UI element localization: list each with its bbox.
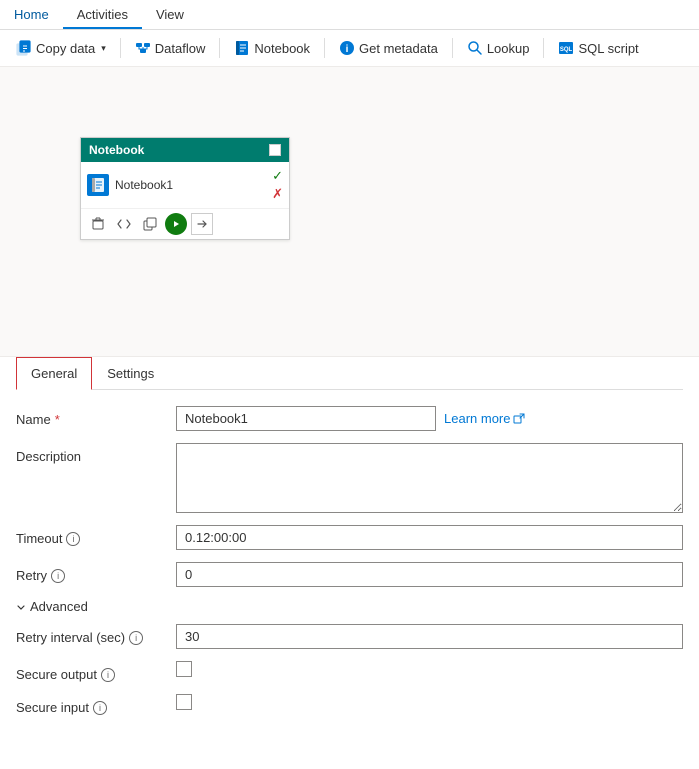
node-title: Notebook	[89, 143, 144, 157]
dataflow-icon	[135, 40, 151, 56]
tab-general[interactable]: General	[16, 357, 92, 390]
notebook-button[interactable]: Notebook	[226, 36, 318, 60]
tab-general-label: General	[31, 366, 77, 381]
external-link-icon	[513, 413, 525, 425]
node-check-icon: ✓	[272, 168, 283, 184]
node-delete-button[interactable]	[87, 213, 109, 235]
secure-output-control-area	[176, 661, 683, 677]
metadata-icon: i	[339, 40, 355, 56]
sql-icon: SQL	[558, 40, 574, 56]
toolbar: Copy data ▾ Dataflow N	[0, 30, 699, 67]
timeout-info-icon[interactable]: i	[66, 532, 80, 546]
copy-data-dropdown-arrow: ▾	[101, 43, 106, 54]
canvas-area: Notebook Note	[0, 67, 699, 357]
toolbar-divider-2	[219, 38, 220, 58]
secure-output-row: Secure output i	[16, 661, 683, 682]
node-body: Notebook1 ✓ ✗	[81, 162, 289, 208]
node-item-label: Notebook1	[115, 178, 173, 192]
retry-interval-info-icon[interactable]: i	[129, 631, 143, 645]
tab-settings-label: Settings	[107, 366, 154, 381]
copy-data-icon	[16, 40, 32, 56]
retry-interval-control-area	[176, 624, 683, 649]
toolbar-divider-5	[543, 38, 544, 58]
node-copy-button[interactable]	[139, 213, 161, 235]
secure-input-row: Secure input i	[16, 694, 683, 715]
get-metadata-button[interactable]: i Get metadata	[331, 36, 446, 60]
notebook-icon	[234, 40, 250, 56]
retry-interval-row: Retry interval (sec) i	[16, 624, 683, 649]
nav-item-activities[interactable]: Activities	[63, 0, 142, 29]
name-control-area: Learn more	[176, 406, 683, 431]
toolbar-divider-4	[452, 38, 453, 58]
nav-home-label: Home	[14, 7, 49, 22]
advanced-chevron-icon	[16, 602, 26, 612]
learn-more-label: Learn more	[444, 411, 510, 426]
node-header: Notebook	[81, 138, 289, 162]
description-control-area	[176, 443, 683, 513]
secure-output-label: Secure output i	[16, 661, 176, 682]
secure-output-info-icon[interactable]: i	[101, 668, 115, 682]
learn-more-link[interactable]: Learn more	[444, 406, 525, 426]
retry-interval-input[interactable]	[176, 624, 683, 649]
nav-bar: Home Activities View	[0, 0, 699, 30]
secure-input-checkbox[interactable]	[176, 694, 192, 710]
secure-output-checkbox[interactable]	[176, 661, 192, 677]
toolbar-divider-3	[324, 38, 325, 58]
timeout-input[interactable]	[176, 525, 683, 550]
retry-interval-label: Retry interval (sec) i	[16, 624, 176, 645]
node-item-left: Notebook1	[87, 174, 173, 196]
nav-item-view[interactable]: View	[142, 0, 198, 29]
nav-view-label: View	[156, 7, 184, 22]
node-x-icon: ✗	[272, 186, 283, 202]
tabs: General Settings	[16, 357, 683, 390]
sql-script-label: SQL script	[578, 41, 638, 56]
notebook-label: Notebook	[254, 41, 310, 56]
nav-item-home[interactable]: Home	[0, 0, 63, 29]
copy-data-button[interactable]: Copy data ▾	[8, 36, 114, 60]
sql-script-button[interactable]: SQL SQL script	[550, 36, 646, 60]
secure-input-label: Secure input i	[16, 694, 176, 715]
retry-control-area	[176, 562, 683, 587]
lookup-icon	[467, 40, 483, 56]
name-input[interactable]	[176, 406, 436, 431]
advanced-label: Advanced	[30, 599, 88, 614]
secure-input-control-area	[176, 694, 683, 710]
name-row: Name * Learn more	[16, 406, 683, 431]
retry-input[interactable]	[176, 562, 683, 587]
notebook-item-icon	[87, 174, 109, 196]
notebook-node[interactable]: Notebook Note	[80, 137, 290, 240]
name-label: Name *	[16, 406, 176, 427]
node-actions	[81, 208, 289, 239]
retry-info-icon[interactable]: i	[51, 569, 65, 583]
copy-data-label: Copy data	[36, 41, 95, 56]
tab-settings[interactable]: Settings	[92, 357, 169, 390]
node-item: Notebook1 ✓ ✗	[87, 166, 283, 204]
node-expand-button[interactable]	[269, 144, 281, 156]
lookup-button[interactable]: Lookup	[459, 36, 538, 60]
name-required: *	[55, 412, 60, 427]
retry-label: Retry i	[16, 562, 176, 583]
panel: General Settings Name * Learn more Descr…	[0, 357, 699, 743]
timeout-control-area	[176, 525, 683, 550]
node-arrow-button[interactable]	[191, 213, 213, 235]
advanced-toggle[interactable]: Advanced	[16, 599, 683, 614]
get-metadata-label: Get metadata	[359, 41, 438, 56]
timeout-label: Timeout i	[16, 525, 176, 546]
node-run-button[interactable]	[165, 213, 187, 235]
description-row: Description	[16, 443, 683, 513]
retry-row: Retry i	[16, 562, 683, 587]
svg-text:SQL: SQL	[560, 47, 573, 53]
toolbar-divider-1	[120, 38, 121, 58]
svg-text:i: i	[346, 44, 349, 55]
description-label: Description	[16, 443, 176, 464]
timeout-row: Timeout i	[16, 525, 683, 550]
lookup-label: Lookup	[487, 41, 530, 56]
dataflow-label: Dataflow	[155, 41, 206, 56]
advanced-section: Advanced Retry interval (sec) i Secure o…	[16, 599, 683, 715]
node-code-button[interactable]	[113, 213, 135, 235]
nav-activities-label: Activities	[77, 7, 128, 22]
secure-input-info-icon[interactable]: i	[93, 701, 107, 715]
description-textarea[interactable]	[176, 443, 683, 513]
dataflow-button[interactable]: Dataflow	[127, 36, 214, 60]
